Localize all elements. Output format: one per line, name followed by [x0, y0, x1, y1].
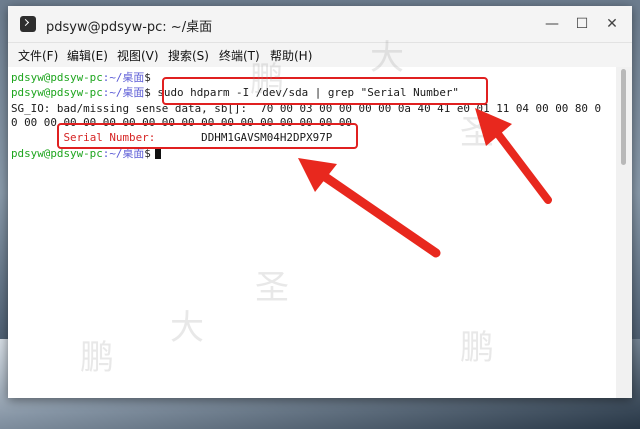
prompt-sign: $ — [144, 86, 151, 99]
error-line-2: 0 00 00 00 00 00 00 00 00 00 00 00 00 00… — [11, 116, 352, 129]
menu-help[interactable]: 帮助(H) — [270, 47, 312, 64]
terminal-output[interactable]: pdsyw@pdsyw-pc:~/桌面$ pdsyw@pdsyw-pc:~/桌面… — [8, 67, 616, 398]
vertical-scrollbar[interactable] — [616, 67, 632, 398]
close-button[interactable]: ✕ — [602, 14, 622, 34]
serial-label: Serial Number: — [63, 131, 156, 144]
text-cursor — [154, 147, 161, 159]
terminal-app-icon — [20, 16, 36, 32]
menu-terminal[interactable]: 终端(T) — [219, 47, 260, 64]
error-line-1: SG_IO: bad/missing sense data, sb[]: 70 … — [11, 102, 602, 115]
prompt-user: pdsyw@pdsyw-pc — [11, 147, 103, 160]
prompt-path: :~/桌面 — [102, 71, 145, 84]
menu-edit[interactable]: 编辑(E) — [67, 47, 108, 64]
terminal-window: pdsyw@pdsyw-pc: ~/桌面 — ☐ ✕ 文件(F) 编辑(E) 视… — [8, 6, 632, 398]
prompt-sign: $ — [144, 71, 151, 84]
serial-value: DDHM1GAVSM04H2DPX97P — [201, 131, 333, 144]
prompt-user: pdsyw@pdsyw-pc — [11, 86, 103, 99]
serial-output-line: Serial Number: DDHM1GAVSM04H2DPX97P — [11, 131, 332, 145]
menu-search[interactable]: 搜索(S) — [168, 47, 209, 64]
prompt-line-2: pdsyw@pdsyw-pc:~/桌面$ sudo hdparm -I /dev… — [11, 86, 459, 100]
maximize-button[interactable]: ☐ — [572, 14, 592, 34]
prompt-user: pdsyw@pdsyw-pc — [11, 71, 103, 84]
prompt-sign: $ — [144, 147, 151, 160]
prompt-path: :~/桌面 — [102, 86, 145, 99]
menu-bar: 文件(F) 编辑(E) 视图(V) 搜索(S) 终端(T) 帮助(H) — [8, 43, 632, 67]
menu-view[interactable]: 视图(V) — [117, 47, 159, 64]
scroll-thumb[interactable] — [621, 69, 626, 165]
prompt-line-1: pdsyw@pdsyw-pc:~/桌面$ — [11, 71, 151, 85]
window-title: pdsyw@pdsyw-pc: ~/桌面 — [46, 20, 213, 35]
command-text: sudo hdparm -I /dev/sda | grep "Serial N… — [157, 86, 459, 99]
prompt-line-3: pdsyw@pdsyw-pc:~/桌面$ — [11, 147, 161, 161]
title-bar[interactable]: pdsyw@pdsyw-pc: ~/桌面 — ☐ ✕ — [8, 6, 632, 43]
minimize-button[interactable]: — — [542, 14, 562, 34]
menu-file[interactable]: 文件(F) — [18, 47, 58, 64]
prompt-path: :~/桌面 — [102, 147, 145, 160]
